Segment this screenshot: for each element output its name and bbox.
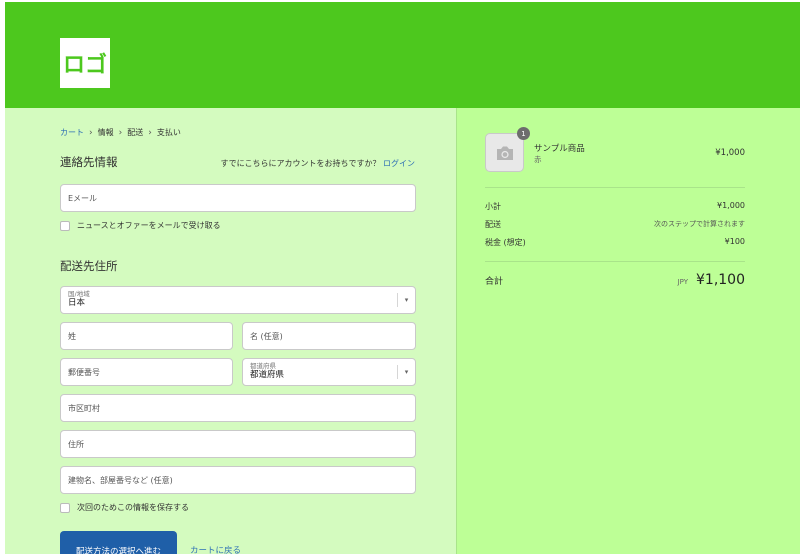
total-label: 合計 bbox=[485, 276, 504, 287]
currency-code: JPY bbox=[677, 278, 688, 286]
breadcrumb: カート › 情報 › 配送 › 支払い bbox=[60, 127, 181, 138]
back-to-cart-link[interactable]: カートに戻る bbox=[190, 544, 241, 554]
login-link[interactable]: ログイン bbox=[383, 159, 415, 168]
postal-code-placeholder: 郵便番号 bbox=[68, 367, 100, 377]
postal-code-field[interactable]: 郵便番号 bbox=[60, 358, 233, 386]
total-amount: JPY ¥1,100 bbox=[678, 272, 745, 288]
quantity-badge: 1 bbox=[517, 127, 530, 140]
tax-row: 税金 (想定) ¥100 bbox=[485, 237, 745, 248]
email-field[interactable]: Eメール bbox=[60, 184, 416, 212]
shipping-value: 次のステップで計算されます bbox=[654, 220, 745, 228]
newsletter-option[interactable]: ニュースとオファーをメールで受け取る bbox=[60, 220, 221, 231]
newsletter-checkbox[interactable] bbox=[60, 220, 70, 231]
shipping-section-title: 配送先住所 bbox=[60, 259, 118, 273]
login-prompt: すでにこちらにアカウントをお持ちですか？ ログイン bbox=[221, 158, 415, 169]
chevron-right-icon: › bbox=[118, 127, 123, 138]
chevron-down-icon: ▾ bbox=[397, 365, 415, 379]
contact-section-title: 連絡先情報 bbox=[60, 155, 118, 169]
product-price: ¥1,000 bbox=[715, 148, 745, 158]
tax-value: ¥100 bbox=[724, 237, 745, 246]
city-placeholder: 市区町村 bbox=[68, 403, 100, 413]
email-placeholder: Eメール bbox=[68, 193, 98, 203]
newsletter-label: ニュースとオファーをメールで受け取る bbox=[77, 221, 221, 230]
breadcrumb-payment: 支払い bbox=[156, 128, 181, 137]
logo[interactable]: ロゴ bbox=[60, 38, 110, 88]
shipping-row: 配送 次のステップで計算されます bbox=[485, 219, 745, 230]
subtotal-label: 小計 bbox=[485, 202, 501, 211]
country-value: 日本 bbox=[68, 298, 86, 309]
building-placeholder: 建物名、部屋番号など (任意) bbox=[68, 475, 173, 485]
header: ロゴ bbox=[5, 2, 800, 108]
chevron-down-icon: ▾ bbox=[397, 293, 415, 307]
checkout-form-panel: カート › 情報 › 配送 › 支払い 連絡先情報 すでにこちらにアカウントをお… bbox=[5, 108, 456, 554]
subtotal-row: 小計 ¥1,000 bbox=[485, 201, 745, 212]
continue-to-shipping-button[interactable]: 配送方法の選択へ進む bbox=[60, 531, 177, 554]
divider bbox=[485, 261, 745, 262]
country-select[interactable]: 国/地域 日本 ▾ bbox=[60, 286, 416, 314]
divider bbox=[485, 187, 745, 188]
prefecture-value: 都道府県 bbox=[250, 370, 285, 381]
breadcrumb-cart[interactable]: カート bbox=[60, 127, 84, 138]
shipping-label: 配送 bbox=[485, 220, 501, 229]
address-field[interactable]: 住所 bbox=[60, 430, 416, 458]
subtotal-value: ¥1,000 bbox=[717, 201, 745, 210]
breadcrumb-shipping: 配送 bbox=[127, 128, 144, 137]
save-info-checkbox[interactable] bbox=[60, 502, 70, 513]
breadcrumb-information: 情報 bbox=[97, 128, 114, 137]
total-row: 合計 JPY ¥1,100 bbox=[485, 272, 745, 288]
save-info-option[interactable]: 次回のためこの情報を保存する bbox=[60, 502, 189, 513]
chevron-right-icon: › bbox=[89, 127, 93, 138]
checkout-page: ロゴ カート › 情報 › 配送 › 支払い 連絡先情報 すでにこちらにアカウン… bbox=[5, 2, 800, 554]
building-field[interactable]: 建物名、部屋番号など (任意) bbox=[60, 466, 416, 494]
chevron-right-icon: › bbox=[148, 127, 152, 138]
first-name-placeholder: 名 (任意) bbox=[250, 331, 283, 341]
first-name-field[interactable]: 名 (任意) bbox=[242, 322, 416, 350]
city-field[interactable]: 市区町村 bbox=[60, 394, 416, 422]
tax-label: 税金 (想定) bbox=[485, 238, 526, 247]
camera-icon bbox=[496, 146, 513, 160]
prefecture-select[interactable]: 都道府県 都道府県 ▾ bbox=[242, 358, 416, 386]
order-summary-panel: 1 サンプル商品 赤 ¥1,000 小計 ¥1,000 配送 次のステップで計算… bbox=[456, 108, 800, 554]
login-prompt-text: すでにこちらにアカウントをお持ちですか？ bbox=[220, 159, 381, 168]
product-thumbnail bbox=[485, 133, 524, 172]
product-name: サンプル商品 bbox=[534, 144, 585, 154]
save-info-label: 次回のためこの情報を保存する bbox=[77, 503, 189, 512]
last-name-field[interactable]: 姓 bbox=[60, 322, 233, 350]
total-value: ¥1,100 bbox=[696, 272, 745, 288]
last-name-placeholder: 姓 bbox=[68, 331, 76, 341]
product-variant: 赤 bbox=[534, 155, 542, 164]
address-placeholder: 住所 bbox=[68, 439, 84, 449]
